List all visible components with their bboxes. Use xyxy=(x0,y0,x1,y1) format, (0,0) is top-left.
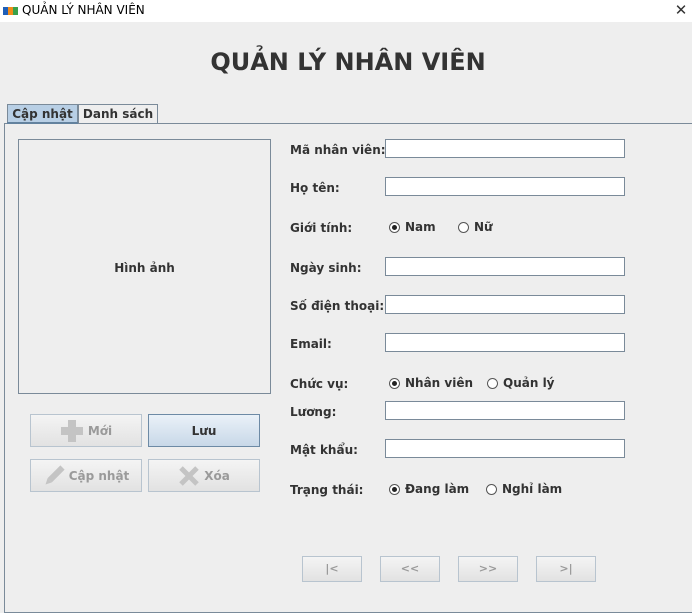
delete-button[interactable]: Xóa xyxy=(148,459,260,492)
radio-dang-lam[interactable]: Đang làm xyxy=(389,482,469,496)
radio-nhan-vien-dot xyxy=(389,377,400,389)
radio-nhan-vien[interactable]: Nhân viên xyxy=(389,376,473,390)
ho-ten-label: Họ tên: xyxy=(290,181,340,195)
luong-label: Lương: xyxy=(290,405,337,419)
app-logo-icon xyxy=(3,7,18,15)
radio-nghi-lam-label: Nghỉ làm xyxy=(502,482,563,496)
ma-nhan-vien-label: Mã nhân viên: xyxy=(290,143,386,157)
photo-label: Hình ảnh xyxy=(114,261,175,275)
trang-thai-label: Trạng thái: xyxy=(290,483,364,497)
email-field[interactable] xyxy=(385,333,625,352)
new-button-label: Mới xyxy=(87,423,113,438)
radio-nu-label: Nữ xyxy=(474,220,493,234)
radio-nu[interactable]: Nữ xyxy=(458,220,493,234)
radio-quan-ly[interactable]: Quản lý xyxy=(487,376,555,390)
window-title: QUẢN LÝ NHÂN VIÊN xyxy=(22,3,145,17)
ngay-sinh-field[interactable] xyxy=(385,257,625,276)
pencil-icon xyxy=(45,464,65,484)
radio-nhan-vien-label: Nhân viên xyxy=(405,376,474,390)
page-title: QUẢN LÝ NHÂN VIÊN xyxy=(210,48,486,76)
update-button[interactable]: Cập nhật xyxy=(30,459,142,492)
last-record-button[interactable]: >| xyxy=(536,556,596,582)
luong-field[interactable] xyxy=(385,401,625,420)
radio-nghi-lam-dot xyxy=(486,483,497,495)
x-icon xyxy=(179,465,199,486)
email-label: Email: xyxy=(290,337,332,351)
close-icon[interactable]: ✕ xyxy=(670,0,692,22)
radio-nam-dot xyxy=(389,221,400,233)
chuc-vu-label: Chức vụ: xyxy=(290,377,349,391)
radio-nghi-lam[interactable]: Nghỉ làm xyxy=(486,482,562,496)
ho-ten-field[interactable] xyxy=(385,177,625,196)
radio-nam-label: Nam xyxy=(405,220,436,234)
so-dien-thoai-label: Số điện thoại: xyxy=(290,299,385,313)
plus-icon xyxy=(60,419,83,442)
so-dien-thoai-field[interactable] xyxy=(385,295,625,314)
delete-button-label: Xóa xyxy=(204,468,230,483)
ngay-sinh-label: Ngày sinh: xyxy=(290,261,362,275)
save-button-label: Lưu xyxy=(191,423,217,438)
new-button[interactable]: Mới xyxy=(30,414,142,447)
mat-khau-label: Mật khẩu: xyxy=(290,443,358,457)
first-record-button[interactable]: |< xyxy=(302,556,362,582)
radio-quan-ly-label: Quản lý xyxy=(503,376,555,390)
tab-cap-nhat[interactable]: Cập nhật xyxy=(7,104,78,124)
tab-active-indicator xyxy=(7,122,78,124)
gioi-tinh-label: Giới tính: xyxy=(290,221,353,235)
radio-quan-ly-dot xyxy=(487,377,498,389)
next-record-button[interactable]: >> xyxy=(458,556,518,582)
update-button-label: Cập nhật xyxy=(68,468,130,483)
photo-box[interactable]: Hình ảnh xyxy=(18,139,271,394)
mat-khau-field[interactable] xyxy=(385,439,625,458)
ma-nhan-vien-field[interactable] xyxy=(385,139,625,158)
radio-nu-dot xyxy=(458,221,469,233)
window-titlebar: QUẢN LÝ NHÂN VIÊN ✕ xyxy=(0,0,692,22)
radio-nam[interactable]: Nam xyxy=(389,220,436,234)
radio-dang-lam-dot xyxy=(389,483,400,495)
save-button[interactable]: Lưu xyxy=(148,414,260,447)
prev-record-button[interactable]: << xyxy=(380,556,440,582)
radio-dang-lam-label: Đang làm xyxy=(405,482,470,496)
tab-danh-sach[interactable]: Danh sách xyxy=(78,104,158,123)
